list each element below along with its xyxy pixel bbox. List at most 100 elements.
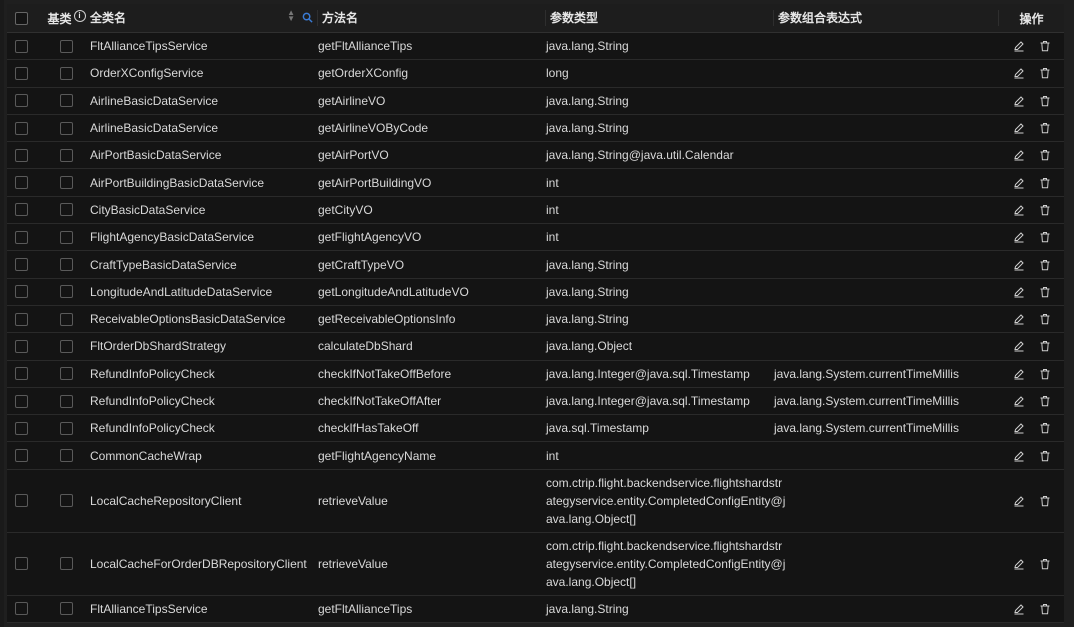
base-class-checkbox[interactable] xyxy=(60,66,73,80)
delete-icon[interactable] xyxy=(1039,603,1051,615)
full-name-header[interactable]: 全类名 ▲ ▼ xyxy=(90,9,318,27)
row-select-checkbox[interactable] xyxy=(14,39,28,53)
delete-icon[interactable] xyxy=(1039,231,1051,243)
base-class-checkbox[interactable] xyxy=(60,94,73,108)
delete-icon[interactable] xyxy=(1039,313,1051,325)
row-select-checkbox[interactable] xyxy=(14,285,28,299)
table-row[interactable]: FltOrderDbShardStrategy calculateDbShard… xyxy=(7,333,1064,361)
base-class-checkbox[interactable] xyxy=(60,367,73,381)
row-select-checkbox[interactable] xyxy=(14,66,28,80)
table-row[interactable]: ReceivableOptionsBasicDataService getRec… xyxy=(7,305,1064,334)
edit-icon[interactable] xyxy=(1013,204,1025,216)
delete-icon[interactable] xyxy=(1039,149,1051,161)
edit-icon[interactable] xyxy=(1013,286,1025,298)
base-class-checkbox[interactable] xyxy=(60,312,73,326)
edit-icon[interactable] xyxy=(1013,177,1025,189)
delete-icon[interactable] xyxy=(1039,67,1051,79)
row-select-checkbox[interactable] xyxy=(14,602,28,616)
base-class-checkbox[interactable] xyxy=(60,258,73,272)
edit-icon[interactable] xyxy=(1013,450,1025,462)
base-class-checkbox[interactable] xyxy=(60,421,73,435)
table-row[interactable]: RefundInfoPolicyCheck checkIfNotTakeOffB… xyxy=(7,360,1064,388)
search-icon[interactable] xyxy=(302,11,313,27)
edit-icon[interactable] xyxy=(1013,149,1025,161)
edit-icon[interactable] xyxy=(1013,558,1025,570)
edit-icon[interactable] xyxy=(1013,259,1025,271)
row-select-checkbox[interactable] xyxy=(14,557,28,571)
edit-icon[interactable] xyxy=(1013,340,1025,352)
delete-icon[interactable] xyxy=(1039,259,1051,271)
delete-icon[interactable] xyxy=(1039,558,1051,570)
base-class-checkbox[interactable] xyxy=(60,39,73,53)
row-select-checkbox[interactable] xyxy=(14,339,28,353)
table-row[interactable]: OrderXConfigService getOrderXConfig long xyxy=(7,60,1064,88)
table-row[interactable]: AirPortBuildingBasicDataService getAirPo… xyxy=(7,169,1064,197)
delete-icon[interactable] xyxy=(1039,286,1051,298)
delete-icon[interactable] xyxy=(1039,422,1051,434)
delete-icon[interactable] xyxy=(1039,204,1051,216)
table-row[interactable]: CityBasicDataService getCityVO int xyxy=(7,196,1064,225)
edit-icon[interactable] xyxy=(1013,395,1025,407)
row-select-checkbox[interactable] xyxy=(14,203,28,217)
table-row[interactable]: LongitudeAndLatitudeDataService getLongi… xyxy=(7,278,1064,306)
table-row[interactable]: LocalCacheForOrderDBRepositoryClient ret… xyxy=(7,532,1064,596)
delete-icon[interactable] xyxy=(1039,40,1051,52)
base-class-checkbox[interactable] xyxy=(60,148,73,162)
base-class-checkbox[interactable] xyxy=(60,602,73,616)
base-class-checkbox[interactable] xyxy=(60,230,73,244)
table-row[interactable]: CommonCacheWrap getFlightAgencyName int xyxy=(7,442,1064,470)
row-select-checkbox[interactable] xyxy=(14,367,28,381)
delete-icon[interactable] xyxy=(1039,122,1051,134)
base-class-checkbox[interactable] xyxy=(60,394,73,408)
base-class-checkbox[interactable] xyxy=(60,449,73,463)
base-class-checkbox[interactable] xyxy=(60,494,73,508)
edit-icon[interactable] xyxy=(1013,67,1025,79)
base-class-checkbox[interactable] xyxy=(60,285,73,299)
edit-icon[interactable] xyxy=(1013,40,1025,52)
delete-icon[interactable] xyxy=(1039,340,1051,352)
row-select-checkbox[interactable] xyxy=(14,312,28,326)
edit-icon[interactable] xyxy=(1013,95,1025,107)
edit-icon[interactable] xyxy=(1013,368,1025,380)
row-select-checkbox[interactable] xyxy=(14,230,28,244)
table-row[interactable]: AirlineBasicDataService getAirlineVO jav… xyxy=(7,87,1064,115)
delete-icon[interactable] xyxy=(1039,395,1051,407)
row-select-checkbox[interactable] xyxy=(14,494,28,508)
row-select-checkbox[interactable] xyxy=(14,394,28,408)
delete-icon[interactable] xyxy=(1039,177,1051,189)
row-select-checkbox[interactable] xyxy=(14,258,28,272)
table-row[interactable]: FltAllianceTipsService getFltAllianceTip… xyxy=(7,595,1064,624)
base-class-checkbox[interactable] xyxy=(60,203,73,217)
delete-icon[interactable] xyxy=(1039,95,1051,107)
edit-icon[interactable] xyxy=(1013,422,1025,434)
delete-icon[interactable] xyxy=(1039,450,1051,462)
table-row[interactable]: RefundInfoPolicyCheck checkIfHasTakeOff … xyxy=(7,415,1064,443)
row-select-checkbox[interactable] xyxy=(14,94,28,108)
edit-icon[interactable] xyxy=(1013,603,1025,615)
base-class-checkbox[interactable] xyxy=(60,121,73,135)
row-select-checkbox[interactable] xyxy=(14,121,28,135)
select-all-checkbox[interactable] xyxy=(14,11,28,25)
row-select-checkbox[interactable] xyxy=(14,176,28,190)
table-row[interactable]: AirPortBasicDataService getAirPortVO jav… xyxy=(7,142,1064,170)
edit-icon[interactable] xyxy=(1013,122,1025,134)
delete-icon[interactable] xyxy=(1039,495,1051,507)
table-row[interactable]: FltAllianceTipsService getFltAllianceTip… xyxy=(7,33,1064,61)
table-row[interactable]: RefundInfoPolicyCheck checkIfNotTakeOffA… xyxy=(7,387,1064,416)
table-row[interactable]: CraftTypeBasicDataService getCraftTypeVO… xyxy=(7,251,1064,279)
sort-icon[interactable]: ▲ ▼ xyxy=(287,9,295,23)
base-class-checkbox[interactable] xyxy=(60,176,73,190)
edit-icon[interactable] xyxy=(1013,313,1025,325)
base-class-checkbox[interactable] xyxy=(60,339,73,353)
row-select-checkbox[interactable] xyxy=(14,148,28,162)
table-row[interactable]: LocalCacheRepositoryClient retrieveValue… xyxy=(7,469,1064,533)
base-class-checkbox[interactable] xyxy=(60,557,73,571)
edit-icon[interactable] xyxy=(1013,495,1025,507)
table-row[interactable]: AirlineBasicDataService getAirlineVOByCo… xyxy=(7,114,1064,143)
delete-icon[interactable] xyxy=(1039,368,1051,380)
row-select-checkbox[interactable] xyxy=(14,449,28,463)
table-row[interactable]: FlightAgencyBasicDataService getFlightAg… xyxy=(7,224,1064,252)
edit-icon[interactable] xyxy=(1013,231,1025,243)
info-icon[interactable]: i xyxy=(73,9,86,22)
row-select-checkbox[interactable] xyxy=(14,421,28,435)
